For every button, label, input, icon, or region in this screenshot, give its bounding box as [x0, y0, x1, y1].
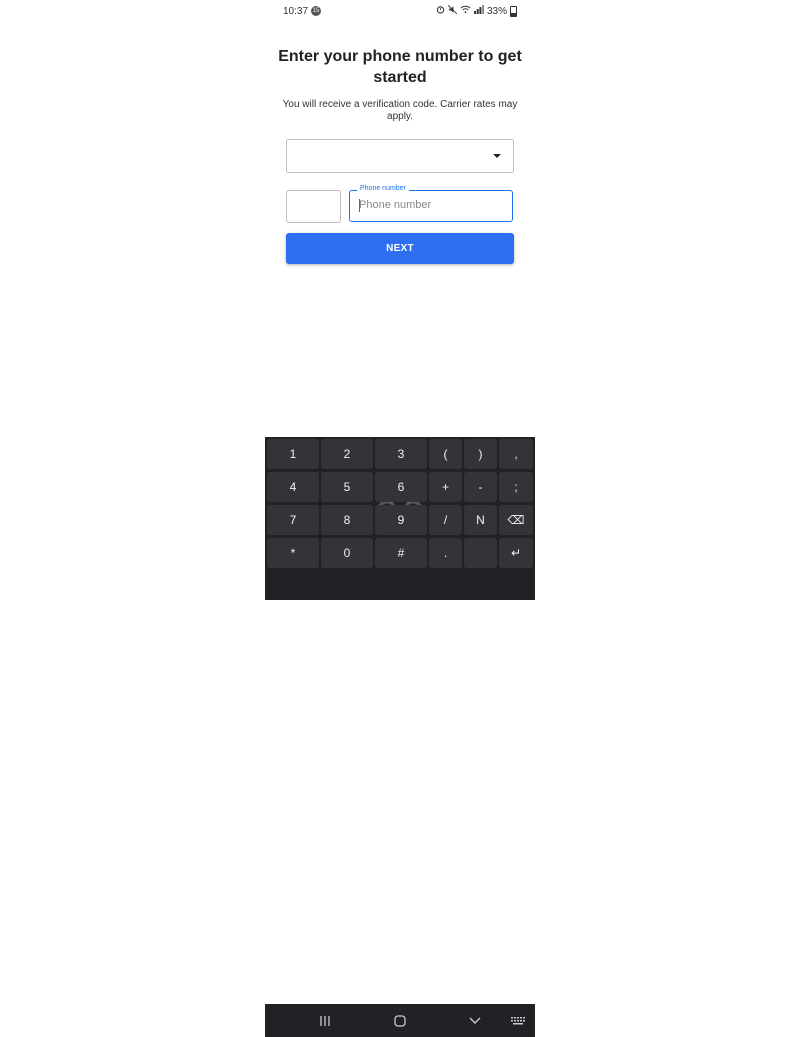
key-period[interactable]: .	[429, 538, 462, 568]
page-subtitle: You will receive a verification code. Ca…	[282, 99, 518, 122]
key-comma[interactable]: ,	[499, 439, 533, 469]
numeric-keyboard: 1 2 3(), 4 5 6 + -; 7 8 9/N ⌫ * 0 #. ↵	[265, 437, 535, 1037]
key-8[interactable]: 8	[321, 505, 373, 535]
dropdown-arrow-icon	[493, 154, 501, 158]
enter-icon[interactable]: ↵	[499, 538, 533, 568]
next-button[interactable]: NEXT	[286, 233, 514, 264]
battery-percent: 33%	[486, 5, 507, 17]
alarm-icon	[436, 5, 445, 17]
key-blank[interactable]	[464, 538, 497, 568]
key-slash[interactable]: /	[429, 505, 462, 535]
country-code-field[interactable]	[286, 190, 341, 223]
key-2[interactable]: 2	[321, 439, 373, 469]
backspace-icon[interactable]: ⌫	[499, 505, 533, 535]
key-close-paren[interactable]: )	[464, 439, 497, 469]
battery-icon	[510, 5, 517, 17]
key-4[interactable]: 4	[267, 472, 319, 502]
key-0[interactable]: 0	[321, 538, 373, 568]
phone-number-input[interactable]	[359, 199, 499, 211]
key-minus[interactable]: -	[464, 472, 497, 502]
key-n[interactable]: N	[464, 505, 497, 535]
key-9[interactable]: 9	[375, 505, 427, 535]
status-time: 10:37	[283, 6, 309, 17]
home-icon[interactable]	[390, 1012, 410, 1030]
recent-apps-icon[interactable]	[315, 1012, 335, 1030]
status-icons: 33%	[436, 4, 517, 17]
keyboard-switch-icon[interactable]	[508, 1012, 528, 1030]
phone-screen: 10:37 15 33% Enter your phone number to …	[265, 0, 535, 1037]
key-5[interactable]: 5	[321, 472, 373, 502]
status-bar: 10:37 15 33%	[265, 0, 535, 22]
phone-number-field[interactable]: Phone number	[349, 185, 513, 222]
key-open-paren[interactable]: (	[429, 439, 462, 469]
key-1[interactable]: 1	[267, 439, 319, 469]
navigation-bar	[265, 1004, 535, 1037]
key-plus[interactable]: +	[429, 472, 462, 502]
signal-icon	[473, 5, 484, 17]
key-3[interactable]: 3	[375, 439, 427, 469]
wifi-icon	[460, 5, 471, 17]
country-select[interactable]	[286, 139, 514, 173]
back-chevron-down-icon[interactable]	[465, 1012, 485, 1030]
key-semicolon[interactable]: ;	[499, 472, 533, 502]
key-6[interactable]: 6	[375, 472, 427, 502]
notification-badge: 15	[311, 6, 321, 16]
key-7[interactable]: 7	[267, 505, 319, 535]
phone-number-label: Phone number	[357, 185, 409, 192]
key-asterisk[interactable]: *	[267, 538, 319, 568]
page-title: Enter your phone number to get started	[278, 48, 522, 86]
key-hash[interactable]: #	[375, 538, 427, 568]
mute-icon	[447, 4, 458, 17]
